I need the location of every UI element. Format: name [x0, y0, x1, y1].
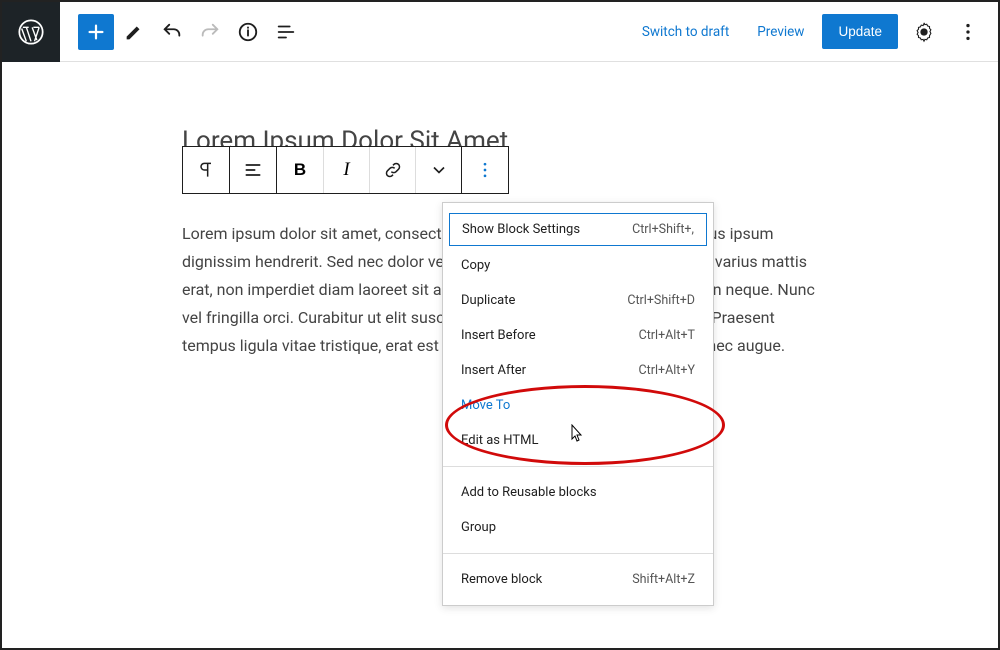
- menu-item-label: Group: [461, 520, 496, 535]
- top-toolbar: Switch to draft Preview Update: [2, 2, 998, 62]
- link-button[interactable]: [369, 147, 415, 193]
- editor-left-tools: [78, 14, 304, 50]
- italic-button[interactable]: I: [323, 147, 369, 193]
- menu-item-insert-after[interactable]: Insert After Ctrl+Alt+Y: [443, 353, 713, 388]
- preview-link[interactable]: Preview: [747, 16, 814, 48]
- menu-item-shortcut: Ctrl+Shift+,: [632, 222, 694, 237]
- menu-item-remove-block[interactable]: Remove block Shift+Alt+Z: [443, 562, 713, 597]
- menu-item-add-to-reusable-blocks[interactable]: Add to Reusable blocks: [443, 475, 713, 510]
- settings-button[interactable]: [906, 14, 942, 50]
- menu-item-shortcut: Ctrl+Shift+D: [627, 293, 695, 308]
- menu-item-duplicate[interactable]: Duplicate Ctrl+Shift+D: [443, 283, 713, 318]
- menu-item-label: Edit as HTML: [461, 433, 538, 448]
- menu-item-move-to[interactable]: Move To: [443, 388, 713, 423]
- menu-item-label: Copy: [461, 258, 490, 273]
- redo-button[interactable]: [192, 14, 228, 50]
- editor-right-tools: Switch to draft Preview Update: [632, 14, 998, 50]
- menu-item-label: Remove block: [461, 572, 542, 587]
- wordpress-logo[interactable]: [2, 2, 60, 62]
- add-block-button[interactable]: [78, 14, 114, 50]
- block-toolbar: B I: [182, 146, 509, 194]
- menu-item-edit-as-html[interactable]: Edit as HTML: [443, 423, 713, 458]
- menu-item-shortcut: Shift+Alt+Z: [632, 572, 695, 587]
- menu-item-show-block-settings[interactable]: Show Block Settings Ctrl+Shift+,: [449, 213, 707, 246]
- block-more-button[interactable]: [462, 147, 508, 193]
- menu-item-copy[interactable]: Copy: [443, 248, 713, 283]
- info-button[interactable]: [230, 14, 266, 50]
- more-options-button[interactable]: [950, 14, 986, 50]
- menu-item-label: Add to Reusable blocks: [461, 485, 597, 500]
- update-button[interactable]: Update: [822, 14, 898, 49]
- align-button[interactable]: [230, 147, 276, 193]
- switch-to-draft-link[interactable]: Switch to draft: [632, 16, 739, 48]
- menu-item-label: Move To: [461, 398, 510, 413]
- undo-button[interactable]: [154, 14, 190, 50]
- menu-item-shortcut: Ctrl+Alt+Y: [639, 363, 695, 378]
- menu-item-label: Show Block Settings: [462, 222, 580, 237]
- menu-item-label: Insert After: [461, 363, 526, 378]
- more-rich-text-button[interactable]: [415, 147, 461, 193]
- menu-item-label: Insert Before: [461, 328, 536, 343]
- block-options-menu: Show Block Settings Ctrl+Shift+, Copy Dupli…: [442, 202, 714, 606]
- outline-button[interactable]: [268, 14, 304, 50]
- edit-mode-button[interactable]: [116, 14, 152, 50]
- menu-item-group[interactable]: Group: [443, 510, 713, 545]
- paragraph-type-button[interactable]: [183, 147, 229, 193]
- menu-item-label: Duplicate: [461, 293, 515, 308]
- menu-item-shortcut: Ctrl+Alt+T: [639, 328, 695, 343]
- bold-button[interactable]: B: [277, 147, 323, 193]
- menu-item-insert-before[interactable]: Insert Before Ctrl+Alt+T: [443, 318, 713, 353]
